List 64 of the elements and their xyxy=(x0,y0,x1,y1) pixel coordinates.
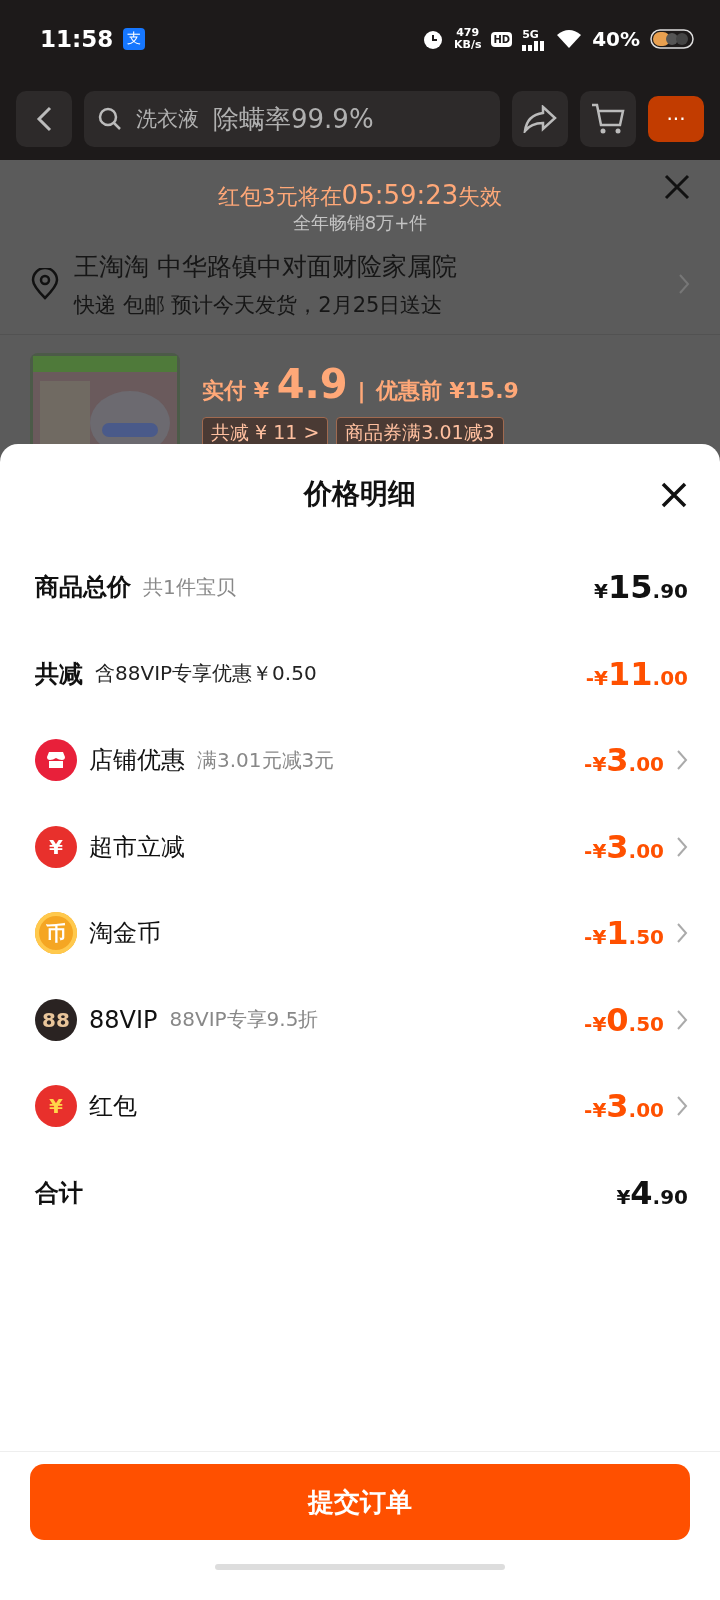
chevron-right-icon[interactable] xyxy=(676,1095,688,1118)
row-label: 超市立减 xyxy=(89,831,185,863)
row-label: 店铺优惠 xyxy=(89,745,185,777)
row-amount: -¥1.50 xyxy=(584,914,664,953)
network-type: 5G xyxy=(522,27,539,41)
share-button[interactable] xyxy=(512,91,568,147)
chevron-right-icon[interactable] xyxy=(676,835,688,858)
cart-button[interactable] xyxy=(580,91,636,147)
row-note: 共1件宝贝 xyxy=(143,573,236,601)
coupon-expiry-notice: 红包3元将在05:59:23失效 xyxy=(217,180,503,212)
row-amount: -¥3.00 xyxy=(584,1087,664,1126)
row-note: 含88VIP专享优惠￥0.50 xyxy=(95,660,317,688)
chevron-right-icon xyxy=(678,273,690,295)
sheet-title: 价格明细 xyxy=(304,476,416,512)
row-amount: ¥4.90 xyxy=(616,1173,688,1212)
clock-time: 11:58 xyxy=(40,26,114,52)
yuan-icon: ¥ xyxy=(35,825,77,868)
row-label: 共减 xyxy=(35,658,83,690)
coin-icon: 币 xyxy=(35,912,77,955)
search-icon xyxy=(98,107,122,131)
store-icon xyxy=(35,739,77,782)
row-label: 88VIP xyxy=(89,1005,158,1034)
vip-icon: 88 xyxy=(35,998,77,1041)
close-icon[interactable] xyxy=(664,174,690,200)
row-label: 淘金币 xyxy=(89,918,161,950)
alarm-icon xyxy=(421,28,444,50)
row-label: 合计 xyxy=(35,1177,83,1209)
search-keyword: 洗衣液 xyxy=(136,106,199,133)
row-amount: -¥0.50 xyxy=(584,1000,664,1039)
row-amount: -¥3.00 xyxy=(584,827,664,866)
cart-icon xyxy=(590,103,626,135)
delivery-info: 快递 包邮 预计今天发货，2月25日送达 xyxy=(74,291,444,319)
chevron-right-icon[interactable] xyxy=(676,749,688,772)
row-note: 88VIP专享9.5折 xyxy=(169,1006,319,1034)
original-price: 优惠前 ¥15.9 xyxy=(375,377,519,405)
back-button[interactable] xyxy=(16,91,72,147)
chevron-right-icon[interactable] xyxy=(676,922,688,945)
location-pin-icon xyxy=(30,268,60,300)
share-icon xyxy=(523,105,557,133)
paid-price: 实付 ¥ 4.9 xyxy=(202,361,348,407)
submit-order-button[interactable]: 提交订单 xyxy=(30,1464,690,1540)
sales-note: 全年畅销8万+件 xyxy=(292,212,428,234)
row-amount: ¥15.90 xyxy=(594,568,688,607)
separator-text: | xyxy=(357,378,366,403)
chevron-right-icon[interactable] xyxy=(676,1008,688,1031)
app-badge: 支 xyxy=(123,28,146,50)
row-label: 红包 xyxy=(89,1091,137,1123)
envelope-icon: ¥ xyxy=(35,1085,77,1128)
wifi-icon xyxy=(556,29,583,49)
battery-icon xyxy=(650,29,694,49)
hd-badge: HD xyxy=(491,31,513,47)
back-icon xyxy=(36,106,52,132)
battery-percent: 40% xyxy=(592,27,640,51)
signal-icon xyxy=(522,40,547,51)
more-button[interactable]: ··· xyxy=(648,96,704,142)
address-card[interactable]: 王淘淘 中华路镇中对面财险家属院 快递 包邮 预计今天发货，2月25日送达 xyxy=(0,234,720,335)
row-amount: -¥11.00 xyxy=(585,654,688,693)
row-label: 商品总价 xyxy=(35,572,131,604)
network-speed: 479 KB/s xyxy=(453,27,482,51)
search-slogan: 除螨率99.9% xyxy=(213,102,374,136)
row-amount: -¥3.00 xyxy=(584,741,664,780)
search-field[interactable]: 洗衣液 除螨率99.9% xyxy=(84,91,500,147)
row-note: 满3.01元减3元 xyxy=(197,746,335,774)
address-title: 王淘淘 中华路镇中对面财险家属院 xyxy=(74,250,458,283)
